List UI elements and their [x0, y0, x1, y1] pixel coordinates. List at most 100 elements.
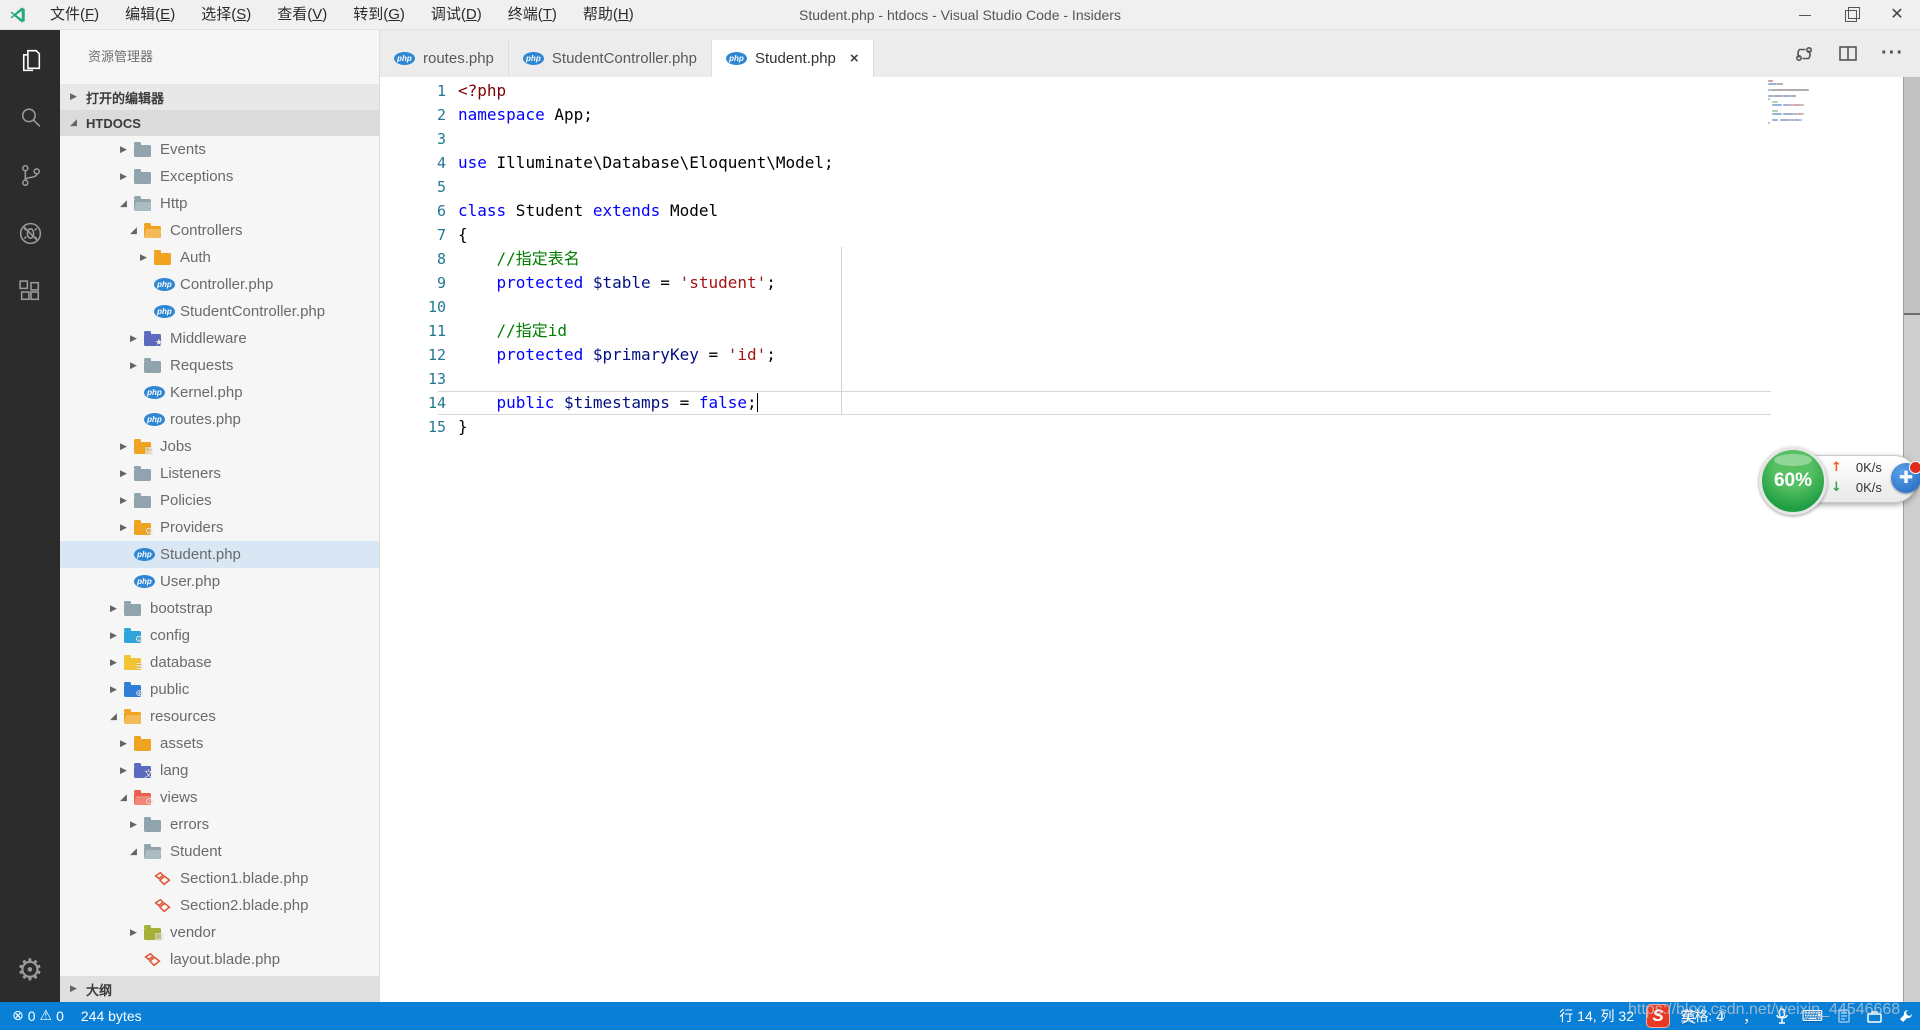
toolbox-icon[interactable] — [1862, 1005, 1887, 1027]
chevron-right-icon[interactable]: ▶ — [140, 253, 154, 263]
chevron-right-icon[interactable]: ▶ — [120, 145, 134, 155]
tree-item-student-php[interactable]: php Student.php — [60, 541, 379, 568]
chevron-right-icon[interactable]: ▶ — [110, 604, 124, 614]
tree-item-config[interactable]: ▶ ⚙ config — [60, 622, 379, 649]
tree-item-studentcontroller-php[interactable]: php StudentController.php — [60, 298, 379, 325]
open-editors-header[interactable]: ▶ 打开的编辑器 — [60, 84, 379, 110]
tree-item-kernel-php[interactable]: php Kernel.php — [60, 379, 379, 406]
menu-selection[interactable]: 选择(S) — [188, 0, 264, 30]
tree-item-routes-php[interactable]: php routes.php — [60, 406, 379, 433]
speed-ball-widget[interactable]: 60% ↑ 0K/s ↓ 0K/s ✚ — [1759, 447, 1920, 515]
chevron-right-icon[interactable]: ▶ — [130, 928, 144, 938]
tree-item-exceptions[interactable]: ▶ Exceptions — [60, 163, 379, 190]
cursor-position[interactable]: 行 14, 列 32 — [1559, 1002, 1634, 1030]
tree-item-views[interactable]: ◢ ⊙ views — [60, 784, 379, 811]
tree-item-jobs[interactable]: ▶ ▦ Jobs — [60, 433, 379, 460]
menu-terminal[interactable]: 终端(T) — [495, 0, 570, 30]
tree-item-events[interactable]: ▶ Events — [60, 136, 379, 163]
tree-item-errors[interactable]: ▶ errors — [60, 811, 379, 838]
close-icon[interactable]: ✕ — [1874, 0, 1920, 30]
menu-help[interactable]: 帮助(H) — [570, 0, 647, 30]
chevron-right-icon[interactable]: ▶ — [130, 361, 144, 371]
tree-item-bootstrap[interactable]: ▶ bootstrap — [60, 595, 379, 622]
tree-item-http[interactable]: ◢ Http — [60, 190, 379, 217]
swap-icon[interactable] — [1793, 43, 1815, 65]
clipboard-icon[interactable] — [1831, 1005, 1856, 1027]
punctuation-icon[interactable]: ， — [1738, 1005, 1763, 1027]
menu-file[interactable]: 文件(F) — [37, 0, 112, 30]
tree-item-vendor[interactable]: ▶ ▨ vendor — [60, 919, 379, 946]
chevron-down-icon[interactable]: ◢ — [120, 793, 134, 803]
chevron-down-icon[interactable]: ◢ — [120, 199, 134, 209]
extensions-icon[interactable] — [0, 262, 60, 320]
tab-routes-php[interactable]: php routes.php — [380, 40, 509, 77]
tree-item-middleware[interactable]: ▶ ★ Middleware — [60, 325, 379, 352]
chevron-right-icon[interactable]: ▶ — [130, 820, 144, 830]
code-editor[interactable]: 1 <?php 2 namespace App; 3 4 use Illuminate\Da… — [380, 77, 1920, 1002]
tree-item-label: Http — [160, 195, 188, 212]
menu-edit[interactable]: 编辑(E) — [112, 0, 188, 30]
microphone-icon[interactable] — [1769, 1005, 1794, 1027]
explorer-icon[interactable] — [0, 30, 60, 88]
chevron-right-icon[interactable]: ▶ — [130, 334, 144, 344]
tree-item-listeners[interactable]: ▶ Listeners — [60, 460, 379, 487]
menu-go[interactable]: 转到(G) — [340, 0, 418, 30]
tree-item-user-php[interactable]: php User.php — [60, 568, 379, 595]
tree-item-resources[interactable]: ◢ resources — [60, 703, 379, 730]
tree-item-assets[interactable]: ▶ assets — [60, 730, 379, 757]
source-control-icon[interactable] — [0, 146, 60, 204]
outline-header[interactable]: ▶ 大纲 — [60, 976, 379, 1002]
chevron-down-icon[interactable]: ◢ — [130, 226, 144, 236]
tree-item-policies[interactable]: ▶ Policies — [60, 487, 379, 514]
sogou-logo-icon[interactable]: S — [1646, 1004, 1670, 1028]
chevron-right-icon[interactable]: ▶ — [120, 739, 134, 749]
lang-en-icon[interactable]: 英 — [1676, 1005, 1701, 1027]
editor-scrollbar[interactable] — [1903, 77, 1920, 1002]
chevron-right-icon[interactable]: ▶ — [120, 172, 134, 182]
more-actions-icon[interactable]: ··· — [1881, 42, 1904, 65]
tree-item-controllers[interactable]: ◢ Controllers — [60, 217, 379, 244]
chevron-right-icon[interactable]: ▶ — [120, 469, 134, 479]
menu-debug[interactable]: 调试(D) — [418, 0, 495, 30]
gear-icon[interactable]: ⚙ — [0, 948, 60, 992]
moon-icon[interactable]: ☽ — [1707, 1005, 1732, 1027]
tree-item-section2-blade-php[interactable]: Section2.blade.php — [60, 892, 379, 919]
plus-notification-icon[interactable]: ✚ — [1891, 461, 1920, 493]
wrench-icon[interactable] — [1893, 1005, 1918, 1027]
split-editor-icon[interactable] — [1837, 43, 1859, 65]
restore-icon[interactable] — [1828, 0, 1874, 30]
tab-studentcontroller-php[interactable]: php StudentController.php — [508, 40, 712, 77]
minimize-icon[interactable] — [1782, 0, 1828, 30]
chevron-right-icon[interactable]: ▶ — [110, 685, 124, 695]
keyboard-icon[interactable]: ⌨ — [1800, 1005, 1825, 1027]
scrollbar-thumb[interactable] — [1904, 77, 1920, 315]
tab-student-php[interactable]: php Student.php × — [712, 40, 874, 77]
tab-close-icon[interactable]: × — [850, 50, 859, 67]
tree-item-auth[interactable]: ▶ Auth — [60, 244, 379, 271]
chevron-right-icon[interactable]: ▶ — [110, 631, 124, 641]
tree-item-public[interactable]: ▶ ⊕ public — [60, 676, 379, 703]
chevron-right-icon[interactable]: ▶ — [110, 658, 124, 668]
tree-item-student[interactable]: ◢ Student — [60, 838, 379, 865]
tree-item-database[interactable]: ▶ ≣ database — [60, 649, 379, 676]
tree-item-layout-blade-php[interactable]: layout.blade.php — [60, 946, 379, 973]
file-size[interactable]: 244 bytes — [81, 1008, 142, 1024]
tree-item-lang[interactable]: ▶ 文 lang — [60, 757, 379, 784]
search-icon[interactable] — [0, 88, 60, 146]
tree-item-providers[interactable]: ▶ ⚙ Providers — [60, 514, 379, 541]
chevron-right-icon[interactable]: ▶ — [120, 496, 134, 506]
chevron-down-icon[interactable]: ◢ — [110, 712, 124, 722]
menu-view[interactable]: 查看(V) — [264, 0, 340, 30]
chevron-down-icon: ◢ — [70, 118, 77, 128]
chevron-right-icon[interactable]: ▶ — [120, 766, 134, 776]
root-folder-header[interactable]: ◢ HTDOCS — [60, 110, 379, 136]
debug-icon[interactable] — [0, 204, 60, 262]
chevron-right-icon[interactable]: ▶ — [120, 523, 134, 533]
tree-item-controller-php[interactable]: php Controller.php — [60, 271, 379, 298]
problems-indicator[interactable]: ⊗ 0 ⚠ 0 — [12, 1008, 64, 1024]
tree-item-section1-blade-php[interactable]: Section1.blade.php — [60, 865, 379, 892]
memory-percent-ball[interactable]: 60% — [1759, 447, 1827, 515]
chevron-down-icon[interactable]: ◢ — [130, 847, 144, 857]
chevron-right-icon[interactable]: ▶ — [120, 442, 134, 452]
tree-item-requests[interactable]: ▶ Requests — [60, 352, 379, 379]
